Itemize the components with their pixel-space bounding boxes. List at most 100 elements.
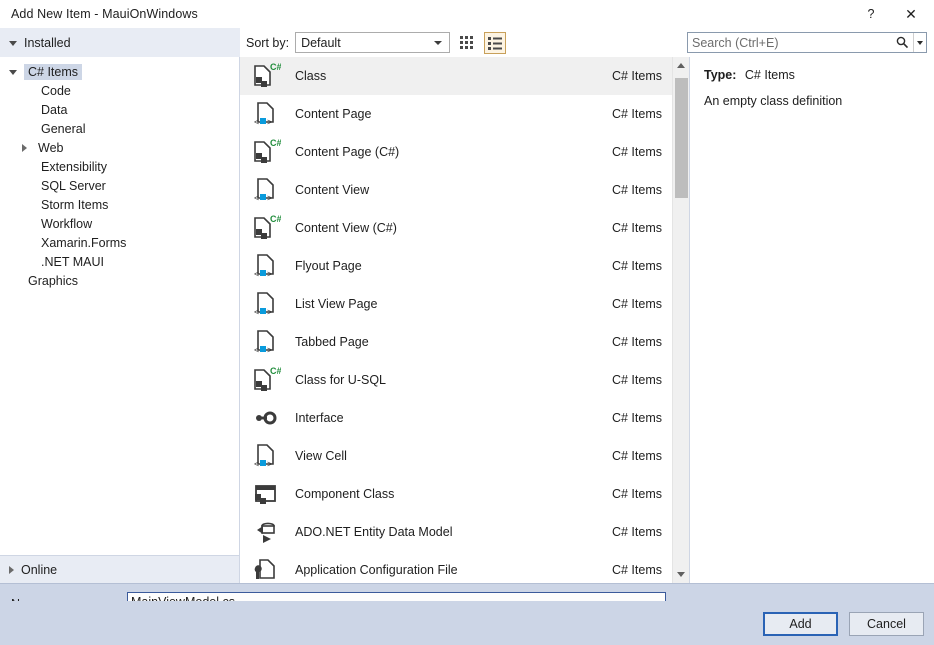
triangle-down-icon[interactable] <box>9 70 17 75</box>
sort-by-dropdown[interactable]: Default <box>295 32 451 53</box>
sort-by-group: Sort by: Default <box>246 32 451 53</box>
tree-node-extensibility[interactable]: Extensibility <box>0 157 239 176</box>
installed-header[interactable]: Installed <box>0 28 240 57</box>
scrollbar-up-button[interactable] <box>673 57 689 74</box>
template-category: C# Items <box>611 107 662 121</box>
tree-node-data[interactable]: Data <box>0 100 239 119</box>
scrollbar-down-button[interactable] <box>673 566 689 583</box>
help-button[interactable]: ? <box>856 0 886 28</box>
template-list-item[interactable]: C# Content View (C#) C# Items <box>240 209 672 247</box>
template-list-item[interactable]: < > View Cell C# Items <box>240 437 672 475</box>
tree-node-storm-items[interactable]: Storm Items <box>0 195 239 214</box>
svg-text:<: < <box>254 459 259 469</box>
close-button[interactable]: ✕ <box>896 0 926 28</box>
template-name: Content Page <box>295 107 372 121</box>
window-title: Add New Item - MauiOnWindows <box>11 7 198 21</box>
grid-view-button[interactable] <box>456 32 478 54</box>
dialog-body: C# Items Code Data General Web Extensibility S… <box>0 57 934 583</box>
template-list-item[interactable]: Application Configuration File C# Items <box>240 551 672 583</box>
template-category: C# Items <box>611 183 662 197</box>
template-name: Content Page (C#) <box>295 145 400 159</box>
list-view-button[interactable] <box>484 31 507 54</box>
tree-node-label: .NET MAUI <box>41 254 104 269</box>
template-category: C# Items <box>611 221 662 235</box>
template-list-item[interactable]: < > Tabbed Page C# Items <box>240 323 672 361</box>
xaml-page-icon: < > <box>254 444 274 469</box>
tree-node-net-maui[interactable]: .NET MAUI <box>0 252 239 271</box>
magnifier-icon <box>896 36 908 49</box>
tree-node-online-label: Online <box>21 562 58 577</box>
tree-node-workflow[interactable]: Workflow <box>0 214 239 233</box>
template-list-item[interactable]: Interface C# Items <box>240 399 672 437</box>
close-icon: ✕ <box>905 5 917 22</box>
sort-by-label: Sort by: <box>246 35 290 50</box>
template-list-item[interactable]: C# Content Page (C#) C# Items <box>240 133 672 171</box>
template-name: Component Class <box>295 487 395 501</box>
template-name: ADO.NET Entity Data Model <box>295 525 453 539</box>
svg-text:<: < <box>254 345 259 355</box>
tree-node-graphics[interactable]: Graphics <box>0 271 239 290</box>
tree-empty-space <box>0 290 239 555</box>
search-button[interactable] <box>891 33 913 52</box>
tree-node-code[interactable]: Code <box>0 81 239 100</box>
toolbar: Installed Sort by: Default <box>0 28 934 57</box>
tree-node-xamarin-forms[interactable]: Xamarin.Forms <box>0 233 239 252</box>
svg-text:<: < <box>254 117 259 127</box>
template-category: C# Items <box>611 69 662 83</box>
template-category: C# Items <box>611 259 662 273</box>
svg-text:<: < <box>254 307 259 317</box>
svg-text:C#: C# <box>270 366 281 376</box>
template-icon: < > <box>249 440 283 472</box>
tree-node-label: Xamarin.Forms <box>41 235 127 250</box>
csharp-class-icon: C# <box>254 214 281 239</box>
tree-node-c-items[interactable]: C# Items <box>0 62 239 81</box>
template-list-item[interactable]: Component Class C# Items <box>240 475 672 513</box>
triangle-right-icon <box>9 565 14 574</box>
tree-online-group: Online <box>0 555 239 583</box>
triangle-right-icon[interactable] <box>22 143 27 152</box>
templates-scrollbar[interactable] <box>672 57 689 583</box>
tree-node-general[interactable]: General <box>0 119 239 138</box>
svg-text:>: > <box>267 117 272 127</box>
template-category: C# Items <box>611 487 662 501</box>
tree-node-sql-server[interactable]: SQL Server <box>0 176 239 195</box>
template-list-item[interactable]: ADO.NET Entity Data Model C# Items <box>240 513 672 551</box>
cancel-button-label: Cancel <box>867 617 906 631</box>
template-list-item[interactable]: < > List View Page C# Items <box>240 285 672 323</box>
scrollbar-thumb[interactable] <box>675 78 688 198</box>
scrollbar-track[interactable] <box>673 74 689 566</box>
svg-text:>: > <box>267 307 272 317</box>
tree-node-label: Storm Items <box>41 197 109 212</box>
scroll-down-arrow-icon <box>677 572 685 577</box>
template-icon: < > <box>249 98 283 130</box>
template-icon: C# <box>249 60 283 92</box>
template-category: C# Items <box>611 563 662 577</box>
template-name: Class <box>295 69 327 83</box>
search-box[interactable] <box>687 32 927 53</box>
cancel-button[interactable]: Cancel <box>849 612 924 636</box>
installed-header-label: Installed <box>24 35 71 50</box>
tree-node-online[interactable]: Online <box>0 556 239 583</box>
search-input[interactable] <box>688 33 891 52</box>
chevron-down-icon <box>434 40 443 45</box>
template-list-item[interactable]: C# Class for U-SQL C# Items <box>240 361 672 399</box>
xaml-page-icon: < > <box>254 254 274 279</box>
template-list-item[interactable]: < > Content View C# Items <box>240 171 672 209</box>
template-name: Class for U-SQL <box>295 373 386 387</box>
details-type-row: Type: C# Items <box>704 68 922 82</box>
add-button[interactable]: Add <box>763 612 838 636</box>
svg-text:>: > <box>267 269 272 279</box>
template-list-item[interactable]: < > Flyout Page C# Items <box>240 247 672 285</box>
tree-node-label: Workflow <box>41 216 93 231</box>
add-new-item-dialog: Add New Item - MauiOnWindows ? ✕ Install… <box>0 0 934 645</box>
chevron-down-icon <box>917 40 923 45</box>
triangle-down-icon <box>9 41 17 46</box>
template-list-item[interactable]: < > Content Page C# Items <box>240 95 672 133</box>
details-type-label: Type: <box>704 68 737 82</box>
template-icon: < > <box>249 174 283 206</box>
search-dropdown-button[interactable] <box>913 33 926 52</box>
tree-node-label: Extensibility <box>41 159 107 174</box>
tree-node-web[interactable]: Web <box>0 138 239 157</box>
template-list-item[interactable]: C# Class C# Items <box>240 57 672 95</box>
interface-icon <box>256 411 277 425</box>
